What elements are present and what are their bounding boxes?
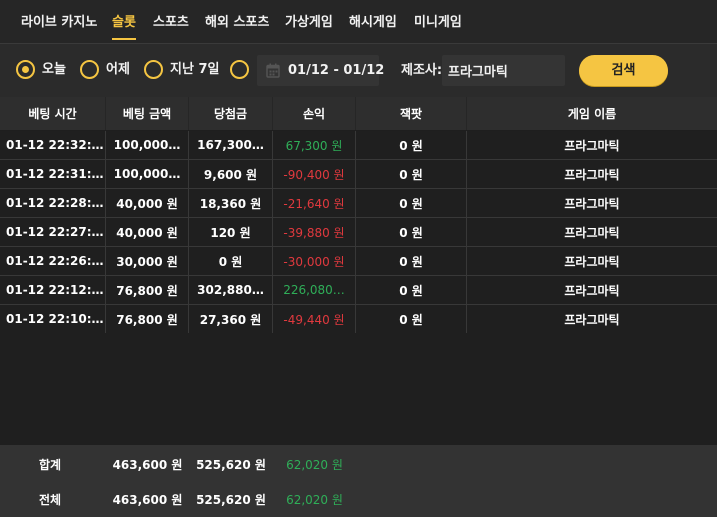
period-yesterday-label: 어제 — [106, 62, 130, 77]
filter-bar: 오늘 어제 지난 7일 01/12 - 01/12 제조사: 검색 — [0, 45, 717, 95]
tab-mini-game[interactable]: 미니게임 — [414, 0, 462, 44]
search-button[interactable]: 검색 — [579, 55, 668, 86]
radio-selected-icon — [16, 60, 35, 79]
cell-jackpot: 0 원 — [356, 276, 467, 304]
tab-slot[interactable]: 슬롯 — [112, 0, 136, 44]
cell-profit-loss: -39,880 원 — [273, 218, 356, 246]
date-range-text: 01/12 - 01/12 — [288, 63, 385, 78]
tab-hash-game[interactable]: 해시게임 — [349, 0, 397, 44]
cell-profit-loss: 67,300 원 — [273, 131, 356, 159]
cell-game-name: 프라그마틱 — [564, 254, 620, 269]
summary-section: 합계 463,600 원 525,620 원 62,020 원 전체 463,6… — [0, 445, 717, 517]
subtotal-profit-loss: 62,020 원 — [286, 458, 343, 472]
cell-bet-time: 01-12 22:26:… — [0, 247, 106, 275]
cell-bet-amount: 100,000… — [106, 131, 189, 159]
maker-label: 제조사: — [401, 63, 443, 78]
total-bet-amount: 463,600 원 — [112, 493, 183, 507]
cell-bet-amount: 76,800 원 — [106, 276, 189, 304]
cell-jackpot: 0 원 — [356, 305, 467, 333]
calendar-icon — [266, 63, 280, 78]
cell-game-name: 프라그마틱 — [564, 167, 620, 182]
cell-win-amount: 27,360 원 — [189, 305, 273, 333]
cell-win-amount: 167,300… — [189, 131, 273, 159]
cell-profit-loss: -90,400 원 — [273, 160, 356, 188]
cell-game-name: 프라그마틱 — [564, 225, 620, 240]
cell-jackpot: 0 원 — [356, 247, 467, 275]
cell-jackpot: 0 원 — [356, 131, 467, 159]
total-profit-loss: 62,020 원 — [286, 493, 343, 507]
cell-jackpot: 0 원 — [356, 160, 467, 188]
period-last-7-days-label: 지난 7일 — [170, 62, 220, 77]
cell-win-amount: 302,880… — [189, 276, 273, 304]
table-body: 01-12 22:32:… 100,000… 167,300… 67,300 원… — [0, 131, 717, 334]
header-bet-amount: 베팅 금액 — [106, 97, 189, 130]
table-row: 01-12 22:10:… 76,800 원 27,360 원 -49,440 … — [0, 305, 717, 334]
period-yesterday-radio[interactable]: 어제 — [80, 60, 140, 80]
cell-bet-time: 01-12 22:12:… — [0, 276, 106, 304]
cell-profit-loss: -30,000 원 — [273, 247, 356, 275]
summary-subtotal-row: 합계 463,600 원 525,620 원 62,020 원 — [0, 447, 717, 483]
cell-profit-loss: -49,440 원 — [273, 305, 356, 333]
cell-bet-amount: 40,000 원 — [106, 218, 189, 246]
betting-history-table: 베팅 시간 베팅 금액 당첨금 손익 잭팟 게임 이름 01-12 22:32:… — [0, 97, 717, 334]
radio-unselected-icon — [144, 60, 163, 79]
table-row: 01-12 22:32:… 100,000… 167,300… 67,300 원… — [0, 131, 717, 160]
cell-bet-time: 01-12 22:32:… — [0, 131, 106, 159]
subtotal-bet-amount: 463,600 원 — [112, 458, 183, 472]
cell-bet-time: 01-12 22:28:… — [0, 189, 106, 217]
table-row: 01-12 22:26:… 30,000 원 0 원 -30,000 원 0 원… — [0, 247, 717, 276]
cell-win-amount: 0 원 — [189, 247, 273, 275]
cell-jackpot: 0 원 — [356, 189, 467, 217]
table-row: 01-12 22:12:… 76,800 원 302,880… 226,080…… — [0, 276, 717, 305]
table-row: 01-12 22:27:… 40,000 원 120 원 -39,880 원 0… — [0, 218, 717, 247]
cell-bet-time: 01-12 22:31:… — [0, 160, 106, 188]
game-category-tabs: 라이브 카지노 슬롯 스포츠 해외 스포츠 가상게임 해시게임 미니게임 — [0, 0, 717, 44]
header-profit-loss: 손익 — [273, 97, 356, 130]
tab-virtual-game[interactable]: 가상게임 — [285, 0, 333, 44]
cell-bet-time: 01-12 22:10:… — [0, 305, 106, 333]
tab-live-casino[interactable]: 라이브 카지노 — [21, 0, 97, 44]
maker-input[interactable] — [442, 55, 565, 86]
cell-win-amount: 9,600 원 — [189, 160, 273, 188]
cell-bet-amount: 30,000 원 — [106, 247, 189, 275]
cell-win-amount: 18,360 원 — [189, 189, 273, 217]
cell-game-name: 프라그마틱 — [564, 283, 620, 298]
tab-overseas-sports[interactable]: 해외 스포츠 — [205, 0, 269, 44]
header-win-amount: 당첨금 — [189, 97, 273, 130]
cell-bet-amount: 40,000 원 — [106, 189, 189, 217]
date-range-picker[interactable]: 01/12 - 01/12 — [257, 55, 384, 86]
cell-game-name: 프라그마틱 — [564, 196, 620, 211]
table-empty-space — [0, 333, 717, 445]
cell-bet-time: 01-12 22:27:… — [0, 218, 106, 246]
tab-sports[interactable]: 스포츠 — [153, 0, 189, 44]
total-label: 전체 — [38, 493, 62, 507]
summary-total-row: 전체 463,600 원 525,620 원 62,020 원 — [0, 482, 717, 517]
radio-unselected-icon — [230, 60, 249, 79]
cell-jackpot: 0 원 — [356, 218, 467, 246]
header-game-name: 게임 이름 — [567, 107, 617, 121]
cell-game-name: 프라그마틱 — [564, 138, 620, 153]
cell-bet-amount: 76,800 원 — [106, 305, 189, 333]
table-header: 베팅 시간 베팅 금액 당첨금 손익 잭팟 게임 이름 — [0, 97, 717, 131]
period-custom-radio[interactable] — [230, 60, 252, 80]
period-last-7-days-radio[interactable]: 지난 7일 — [144, 60, 224, 80]
total-win-amount: 525,620 원 — [196, 493, 266, 507]
radio-unselected-icon — [80, 60, 99, 79]
subtotal-win-amount: 525,620 원 — [196, 458, 266, 472]
table-row: 01-12 22:31:… 100,000… 9,600 원 -90,400 원… — [0, 160, 717, 189]
cell-bet-amount: 100,000… — [106, 160, 189, 188]
period-today-radio[interactable]: 오늘 — [16, 60, 76, 80]
header-jackpot: 잭팟 — [356, 97, 467, 130]
table-row: 01-12 22:28:… 40,000 원 18,360 원 -21,640 … — [0, 189, 717, 218]
cell-profit-loss: -21,640 원 — [273, 189, 356, 217]
header-bet-time: 베팅 시간 — [0, 97, 106, 130]
subtotal-label: 합계 — [38, 458, 62, 472]
cell-win-amount: 120 원 — [189, 218, 273, 246]
cell-game-name: 프라그마틱 — [564, 312, 620, 327]
period-today-label: 오늘 — [42, 62, 66, 77]
cell-profit-loss: 226,080… — [273, 276, 356, 304]
